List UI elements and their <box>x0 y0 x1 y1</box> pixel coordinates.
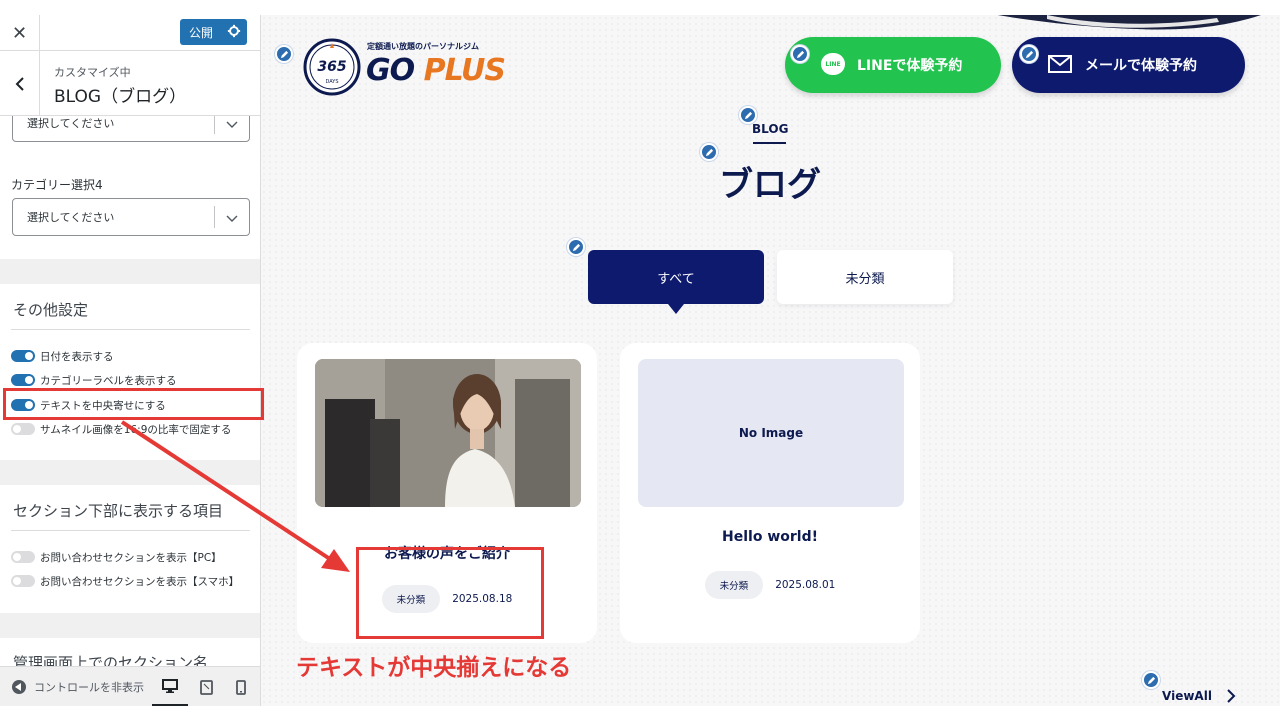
desktop-icon <box>162 678 178 693</box>
section-title: BLOG（ブログ） <box>54 87 187 107</box>
category-badge[interactable]: 未分類 <box>704 571 764 599</box>
admin-section-name-title: 管理画面上でのセクション名 <box>13 654 209 666</box>
customizing-label: カスタマイズ中 <box>54 66 131 79</box>
edit-pencil-icon[interactable] <box>1142 671 1160 689</box>
edit-pencil-icon[interactable] <box>1020 45 1038 63</box>
section-gap <box>0 460 260 485</box>
hide-controls-label: コントロールを非表示 <box>34 681 144 694</box>
logo-tagline: 定額通い放題のパーソナルジム <box>367 42 479 51</box>
header-decoration <box>997 15 1261 30</box>
heading-underline <box>753 142 786 144</box>
desktop-preview-button[interactable] <box>152 667 188 706</box>
svg-text:DAYS: DAYS <box>325 79 338 85</box>
category3-select[interactable]: 選択してください <box>12 116 250 142</box>
sidebar-top-bar: ✕ 公開 <box>0 15 260 51</box>
highlight-box-card-text <box>356 547 544 639</box>
section-gap <box>0 613 260 638</box>
line-icon: LINE <box>821 53 845 75</box>
collapse-icon <box>12 680 26 694</box>
woman-photo-image <box>315 359 581 507</box>
post-card[interactable]: No Image Hello world! 未分類 2025.08.01 <box>620 343 920 643</box>
blog-heading-en: BLOG <box>752 122 789 136</box>
toggle-show-date[interactable]: 日付を表示する <box>11 349 114 363</box>
back-button[interactable] <box>0 51 40 116</box>
close-button[interactable]: ✕ <box>0 15 40 51</box>
logo-plus: PLUS <box>423 53 506 88</box>
mail-reservation-button[interactable]: メールで体験予約 <box>1012 37 1245 93</box>
tablet-icon <box>199 679 213 695</box>
mobile-preview-button[interactable] <box>223 667 259 706</box>
logo-badge-icon: 365 DAYS <box>303 38 361 96</box>
post-meta: 未分類 2025.08.01 <box>620 571 920 599</box>
tablet-preview-button[interactable] <box>188 667 224 706</box>
gear-icon[interactable] <box>227 24 241 38</box>
toggle-switch[interactable] <box>11 350 35 362</box>
post-title[interactable]: Hello world! <box>620 529 920 545</box>
select-value: 選択してください <box>27 211 115 224</box>
svg-text:365: 365 <box>317 59 346 75</box>
mail-button-label: メールで体験予約 <box>1085 58 1197 74</box>
toggle-show-category-label[interactable]: カテゴリーラベルを表示する <box>11 373 177 387</box>
section-header: カスタマイズ中 BLOG（ブログ） <box>0 51 260 116</box>
toggle-switch[interactable] <box>11 551 35 563</box>
logo-wordmark: GO PLUS <box>366 53 506 88</box>
line-button-label: LINEで体験予約 <box>857 58 963 74</box>
mobile-icon <box>236 679 246 695</box>
other-settings-title: その他設定 <box>13 301 89 319</box>
toggle-label: お問い合わせセクションを表示【PC】 <box>40 551 222 564</box>
bottom-items-title: セクション下部に表示する項目 <box>13 502 224 520</box>
logo-go: GO <box>366 53 415 88</box>
category4-select[interactable]: 選択してください <box>12 198 250 236</box>
mail-icon <box>1048 55 1072 73</box>
select-divider <box>214 116 215 134</box>
chevron-down-icon <box>226 121 238 128</box>
toggle-contact-pc[interactable]: お問い合わせセクションを表示【PC】 <box>11 550 222 564</box>
divider <box>11 530 250 531</box>
divider <box>11 329 250 330</box>
highlight-box-toggle <box>3 388 264 420</box>
toggle-contact-mobile[interactable]: お問い合わせセクションを表示【スマホ】 <box>11 574 239 588</box>
annotation-caption: テキストが中央揃えになる <box>296 655 572 681</box>
edit-pencil-icon[interactable] <box>567 238 585 256</box>
view-all-link[interactable]: ViewAll <box>1162 689 1212 703</box>
select-divider <box>214 206 215 228</box>
toggle-switch[interactable] <box>11 374 35 386</box>
toggle-switch[interactable] <box>11 423 35 435</box>
toggle-label: お問い合わせセクションを表示【スマホ】 <box>40 575 240 588</box>
chevron-left-icon <box>15 76 24 91</box>
site-logo[interactable]: 365 DAYS 定額通い放題のパーソナルジム GO PLUS <box>303 38 506 98</box>
post-thumbnail-placeholder[interactable]: No Image <box>638 359 904 507</box>
tab-uncategorized[interactable]: 未分類 <box>777 250 953 304</box>
toggle-label: 日付を表示する <box>40 350 114 363</box>
edit-pencil-icon[interactable] <box>275 45 293 63</box>
section-gap <box>0 259 260 284</box>
edit-pencil-icon[interactable] <box>791 45 809 63</box>
post-thumbnail[interactable] <box>315 359 581 507</box>
customizer-sidebar: ✕ 公開 カスタマイズ中 BLOG（ブログ） 選択してください カテゴリー選択4… <box>0 15 261 706</box>
toggle-label: サムネイル画像を16:9の比率で固定する <box>40 423 232 436</box>
post-date: 2025.08.01 <box>775 579 836 591</box>
select-value: 選択してください <box>27 117 115 130</box>
publish-button[interactable]: 公開 <box>180 19 247 45</box>
hide-controls-button[interactable]: コントロールを非表示 <box>12 679 150 695</box>
blog-heading-jp: ブログ <box>719 165 821 205</box>
toggle-switch[interactable] <box>11 575 35 587</box>
customizer-window: ✕ 公開 カスタマイズ中 BLOG（ブログ） 選択してください カテゴリー選択4… <box>0 0 1280 720</box>
chevron-right-icon[interactable] <box>1225 689 1237 703</box>
tab-all[interactable]: すべて <box>588 250 764 314</box>
chevron-down-icon <box>226 215 238 222</box>
sidebar-footer: コントロールを非表示 <box>0 666 260 706</box>
toggle-fix-thumbnail-ratio[interactable]: サムネイル画像を16:9の比率で固定する <box>11 422 231 436</box>
line-reservation-button[interactable]: LINE LINEで体験予約 <box>785 37 1001 93</box>
category4-label: カテゴリー選択4 <box>11 178 103 192</box>
toggle-label: カテゴリーラベルを表示する <box>40 374 177 387</box>
publish-label: 公開 <box>189 25 214 40</box>
